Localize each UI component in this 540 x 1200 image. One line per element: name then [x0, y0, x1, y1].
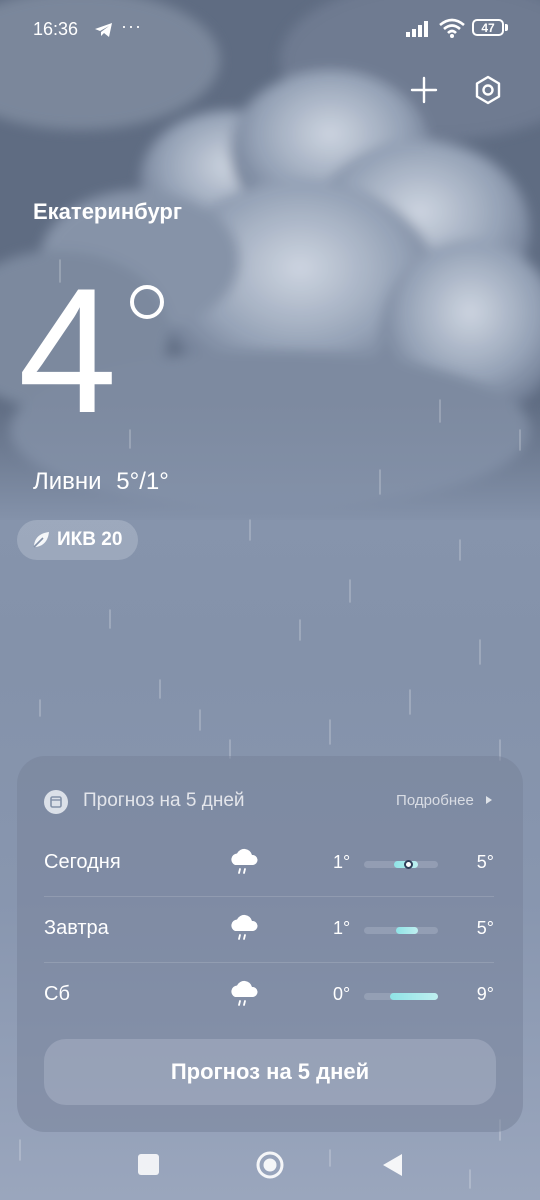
- forecast-title: Прогноз на 5 дней: [83, 790, 245, 811]
- rain-cloud-icon: [231, 980, 258, 1006]
- forecast-day: Завтра: [44, 917, 109, 939]
- settings-button[interactable]: [468, 70, 508, 110]
- plus-icon: [410, 76, 438, 104]
- forecast-row-today[interactable]: Сегодня 1° 5°: [44, 831, 494, 897]
- rain-cloud-icon: [231, 914, 258, 940]
- battery-icon: 47: [472, 19, 504, 36]
- telegram-icon: [95, 23, 112, 37]
- status-bar: 16:36 ··· 47: [0, 0, 540, 60]
- battery-level: 47: [481, 20, 495, 35]
- more-notifications-indicator: ···: [121, 16, 142, 36]
- leaf-icon: [33, 532, 49, 548]
- forecast-high: 5°: [476, 918, 494, 938]
- city-name: Екатеринбург: [33, 199, 183, 224]
- recent-apps-button[interactable]: [138, 1154, 159, 1175]
- forecast-high: 9°: [476, 984, 494, 1004]
- temperature-range-fill: [390, 993, 438, 1000]
- home-button[interactable]: [255, 1150, 285, 1180]
- temperature-range-bar: [364, 860, 438, 869]
- calendar-icon: [44, 790, 68, 814]
- more-details-label: Подробнее: [396, 792, 474, 809]
- clock: 16:36: [33, 19, 79, 39]
- battery-tip: [505, 24, 508, 31]
- more-details-link[interactable]: Подробнее: [396, 792, 494, 809]
- weather-summary: Ливни 5°/1°: [33, 468, 169, 496]
- high-low-temperature: 5°/1°: [116, 468, 169, 495]
- degree-symbol: [130, 285, 164, 319]
- forecast-row-saturday[interactable]: Сб 0° 9°: [44, 963, 494, 1029]
- aqi-value: ИКВ 20: [57, 529, 123, 550]
- wifi-icon: [439, 18, 465, 38]
- forecast-low: 1°: [333, 852, 351, 872]
- five-day-forecast-button[interactable]: Прогноз на 5 дней: [44, 1039, 496, 1105]
- forecast-day: Сегодня: [44, 851, 121, 873]
- current-temperature-marker: [404, 860, 413, 869]
- forecast-high: 5°: [476, 852, 494, 872]
- forecast-day: Сб: [44, 983, 70, 1005]
- navigation-bar: [0, 1140, 540, 1200]
- forecast-low: 0°: [333, 984, 351, 1004]
- current-temperature: 4: [18, 251, 117, 450]
- hexagon-settings-icon: [475, 75, 501, 105]
- temperature-range-bar: [364, 927, 438, 934]
- rain-cloud-icon: [231, 848, 258, 874]
- forecast-row-tomorrow[interactable]: Завтра 1° 5°: [44, 897, 494, 963]
- temperature-range-bar: [364, 993, 438, 1000]
- add-city-button[interactable]: [404, 70, 444, 110]
- forecast-header: Прогноз на 5 дней Подробнее: [44, 790, 494, 816]
- temperature-range-fill: [396, 927, 418, 934]
- forecast-low: 1°: [333, 918, 351, 938]
- weather-condition: Ливни: [33, 468, 102, 495]
- triangle-right-icon: [486, 796, 492, 804]
- aqi-badge[interactable]: ИКВ 20: [17, 520, 139, 560]
- forecast-card: Прогноз на 5 дней Подробнее Сегодня 1° 5…: [17, 756, 523, 1132]
- signal-icon: [406, 21, 428, 37]
- back-button[interactable]: [380, 1152, 404, 1178]
